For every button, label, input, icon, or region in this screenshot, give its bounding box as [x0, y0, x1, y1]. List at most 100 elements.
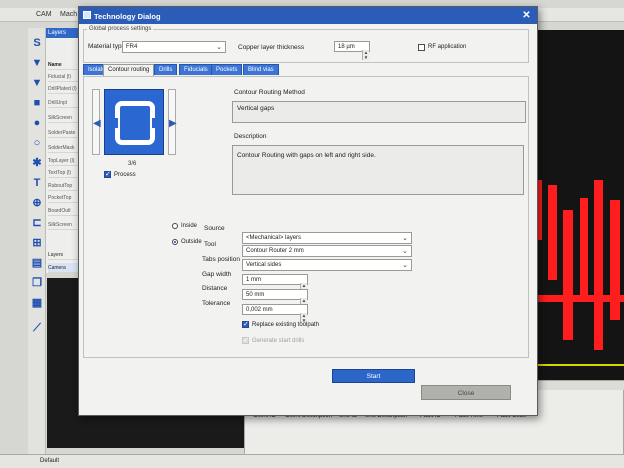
layers-panel: Layers Name Fiducial (l) DrillPlated (l)… — [46, 28, 82, 273]
rectangle-tool-icon[interactable]: ■ — [31, 98, 43, 109]
layer-item[interactable]: Fiducial (l) — [48, 72, 80, 82]
layer-item[interactable]: BoardOutl — [48, 206, 80, 216]
global-settings-label: Global process settings — [87, 26, 154, 32]
pcb-trace — [563, 210, 573, 340]
layers-name-header: Name — [48, 60, 80, 70]
layer-item[interactable]: PocketTop — [48, 193, 80, 203]
chevron-down-icon: ⌄ — [402, 235, 408, 242]
star-tool-icon[interactable]: ✱ — [31, 158, 43, 169]
circle-tool-icon[interactable]: ● — [31, 118, 43, 129]
tolerance-value: 0,002 mm — [246, 307, 273, 313]
layer-item[interactable]: SolderPaste — [48, 128, 80, 138]
copper-thickness-value: 18 µm — [338, 44, 355, 50]
chevron-down-icon: ⌄ — [216, 44, 222, 51]
previous-method-button[interactable]: ◀ — [92, 89, 101, 155]
layer-item[interactable]: DrillUnpl — [48, 98, 80, 108]
gap-width-stepper[interactable]: 1 mm ▲▼ — [242, 274, 308, 293]
layers-tool-icon[interactable]: ❐ — [31, 278, 43, 289]
distance-stepper[interactable]: 50 mm ▲▼ — [242, 289, 308, 308]
layer-item[interactable]: SilkScreen — [48, 113, 80, 123]
description-label: Description — [234, 133, 267, 140]
dialog-title: Technology Dialog — [94, 12, 161, 21]
camera-bottom-tab[interactable]: Camera — [48, 263, 80, 273]
align-tool-icon[interactable]: ⊏ — [31, 218, 43, 229]
distance-label: Distance — [202, 285, 228, 292]
next-method-button[interactable]: ▶ — [168, 89, 177, 155]
tool-label: Tool — [204, 241, 216, 248]
routing-method-field: Vertical gaps — [232, 101, 526, 123]
start-button[interactable]: Start — [332, 369, 415, 383]
tabs-position-select[interactable]: Vertical sides ⌄ — [242, 259, 412, 271]
left-gap-shape — [110, 118, 118, 128]
gap-width-value: 1 mm — [246, 277, 261, 283]
tab-blind-vias[interactable]: Blind vias — [243, 64, 279, 75]
app-doc-name: Mach — [60, 11, 78, 18]
tolerance-label: Tolerance — [202, 300, 231, 307]
grid-tool-icon[interactable]: ▤ — [31, 258, 43, 269]
global-process-settings-group: Global process settings Material type FR… — [83, 26, 529, 63]
replace-toolpath-checkbox[interactable] — [242, 320, 249, 328]
dialog-titlebar: Technology Dialog ✕ — [79, 7, 537, 24]
rf-application-label: RF application — [428, 44, 467, 50]
measure-tool-icon[interactable]: ⊞ — [31, 238, 43, 249]
chevron-down-icon: ⌄ — [402, 262, 408, 269]
tool-select[interactable]: Contour Router 2 mm ⌄ — [242, 245, 412, 257]
spin-arrows-icon[interactable]: ▲▼ — [362, 50, 369, 60]
layer-item[interactable]: TextTop (l) — [48, 168, 80, 178]
tab-contour-routing[interactable]: Contour routing — [103, 64, 155, 76]
ruler-tool-icon[interactable]: ⟋ — [31, 323, 43, 334]
zoom-tool-icon[interactable]: ▦ — [31, 298, 43, 309]
close-button[interactable]: Close — [421, 385, 511, 400]
curve-tool-icon[interactable]: S — [31, 38, 43, 49]
inside-label: Inside — [181, 223, 198, 229]
arrow-down-tool-icon[interactable]: ▼ — [31, 78, 43, 89]
gap-width-label: Gap width — [202, 271, 232, 278]
triangle-tool-icon[interactable]: ▼ — [31, 58, 43, 69]
tab-fiducials[interactable]: Fiducials — [179, 64, 213, 75]
layer-item[interactable]: SilkScreen — [48, 220, 80, 230]
layer-item[interactable]: DrillPlated (l) — [48, 84, 80, 94]
vertical-gaps-preview-image — [104, 89, 164, 155]
chevron-down-icon: ⌄ — [402, 248, 408, 255]
process-checkbox[interactable] — [104, 170, 111, 178]
layers-bottom-tab[interactable]: Layers — [48, 250, 80, 260]
routing-method-preview: ◀ ▶ 3/6 — [92, 87, 178, 167]
pcb-trace — [610, 200, 620, 320]
tolerance-stepper[interactable]: 0,002 mm ▲ ▼ — [242, 304, 308, 323]
routing-method-label: Contour Routing Method — [234, 89, 305, 96]
source-label: Source — [204, 225, 225, 232]
source-value: <Mechanical> layers — [246, 235, 302, 241]
ring-tool-icon[interactable]: ○ — [31, 138, 43, 149]
inside-radio[interactable] — [172, 223, 178, 229]
copper-thickness-label: Copper layer thickness — [238, 44, 305, 51]
rf-application-checkbox[interactable] — [418, 44, 425, 51]
tab-strip: Isolate Contour routing Drills Fiducials… — [79, 64, 537, 76]
pcb-trace — [548, 185, 557, 280]
right-gap-shape — [152, 118, 160, 128]
outside-radio[interactable] — [172, 239, 178, 245]
arrow-right-icon: ▶ — [169, 118, 177, 129]
generate-drills-checkbox[interactable] — [242, 336, 249, 344]
tool-value: Contour Router 2 mm — [246, 248, 304, 254]
left-toolbar: S ▼ ▼ ■ ● ○ ✱ T ⊕ ⊏ ⊞ ▤ ❐ ▦ ⟋ — [28, 28, 46, 458]
tabs-position-label: Tabs position — [202, 256, 240, 263]
tab-pockets[interactable]: Pockets — [211, 64, 243, 75]
close-icon[interactable]: ✕ — [521, 10, 532, 21]
layer-item[interactable]: SolderMask — [48, 143, 80, 153]
material-type-label: Material type — [88, 43, 126, 50]
layers-panel-header: Layers — [46, 28, 82, 38]
replace-toolpath-label: Replace existing toolpath — [252, 322, 320, 328]
outside-label: Outside — [181, 239, 202, 245]
text-tool-icon[interactable]: T — [31, 178, 43, 189]
pcb-trace — [594, 180, 603, 350]
tab-drills[interactable]: Drills — [154, 64, 178, 75]
technology-dialog: Technology Dialog ✕ Global process setti… — [78, 6, 538, 416]
source-select[interactable]: <Mechanical> layers ⌄ — [242, 232, 412, 244]
layer-item[interactable]: RuboutTop — [48, 181, 80, 191]
copper-thickness-stepper[interactable]: 18 µm ▲ ▼ — [334, 41, 370, 60]
layer-item[interactable]: TopLayer (l) — [48, 156, 80, 166]
pcb-trace — [580, 198, 588, 298]
process-label: Process — [114, 172, 136, 178]
target-tool-icon[interactable]: ⊕ — [31, 198, 43, 209]
material-type-select[interactable]: FR4 ⌄ — [122, 41, 226, 53]
